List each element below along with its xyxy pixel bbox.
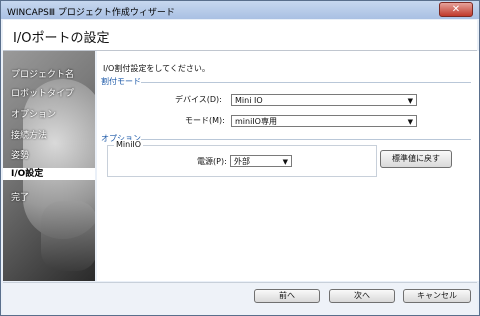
cancel-button[interactable]: キャンセル [403,289,471,303]
device-label: デバイス(D): [175,95,222,104]
next-button[interactable]: 次へ [329,289,395,303]
close-button[interactable]: ✕ [439,2,473,17]
chevron-down-icon: ▼ [407,118,413,126]
mode-select-value: miniIO専用 [235,117,277,126]
window-title: WINCAPSⅢ プロジェクト作成ウィザード [7,8,175,18]
mode-label: モード(M): [185,116,225,125]
power-label: 電源(P): [197,157,227,166]
assignment-mode-divider [141,82,471,83]
content-panel: I/O割付設定をしてください。 割付モード デバイス(D): Mini IO ▼… [97,51,479,281]
power-select-value: 外部 [234,157,250,166]
sidebar-item-io-settings: I/O設定 [3,168,95,180]
instruction-text: I/O割付設定をしてください。 [103,64,210,73]
sidebar-item-option: オプション [11,110,57,120]
option-divider [141,139,471,140]
back-button[interactable]: 前へ [254,289,320,303]
sidebar-item-posture: 姿勢 [11,151,30,161]
page-title: I/Oポートの設定 [13,31,110,46]
device-select-value: Mini IO [235,96,263,105]
chevron-down-icon: ▼ [407,97,413,105]
miniio-groupbox-title: MiniIO [114,140,144,149]
power-select[interactable]: 外部 ▼ [230,155,292,167]
wizard-sidebar: プロジェクト名 ロボットタイプ オプション 接続方法 姿勢 I/O設定 完了 [3,51,95,281]
wizard-header: I/Oポートの設定 [3,20,477,51]
robot-arm-image [41,201,95,271]
wizard-window: WINCAPSⅢ プロジェクト作成ウィザード ✕ I/Oポートの設定 プロジェク… [0,0,480,316]
sidebar-item-connection: 接続方法 [11,131,48,141]
sidebar-item-robot-type: ロボットタイプ [11,89,75,99]
wizard-footer: 前へ 次へ キャンセル [3,282,477,315]
sidebar-item-finish: 完了 [11,193,30,203]
device-select[interactable]: Mini IO ▼ [231,94,417,106]
chevron-down-icon: ▼ [282,158,288,166]
reset-default-button[interactable]: 標準値に戻す [380,150,452,168]
title-bar: WINCAPSⅢ プロジェクト作成ウィザード ✕ [1,1,479,19]
assignment-mode-group-title: 割付モード [101,77,141,86]
sidebar-item-project-name: プロジェクト名 [11,70,75,80]
mode-select[interactable]: miniIO専用 ▼ [231,115,417,127]
